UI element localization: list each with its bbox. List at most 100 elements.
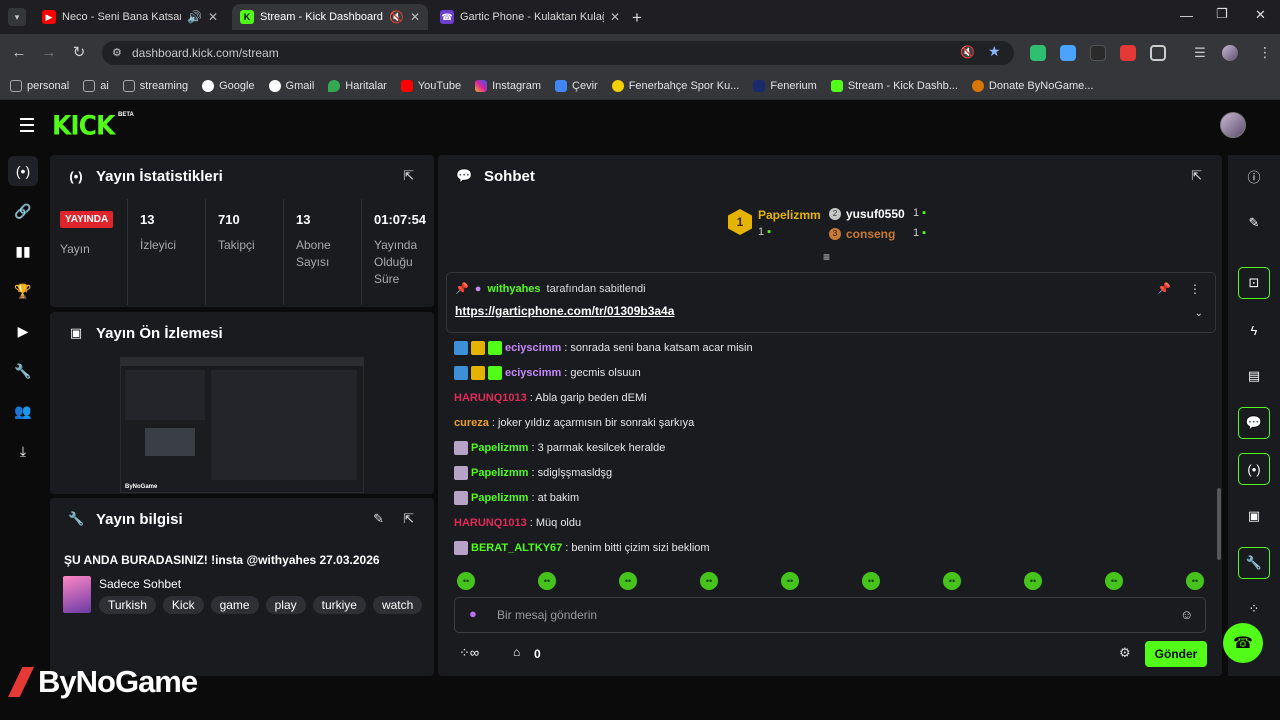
bookmark-gmail[interactable]: Gmail [268,79,314,92]
tab-gartic-phone[interactable]: ☎ Gartic Phone - Kulaktan Kulağa ✕ [432,4,628,30]
tag[interactable]: game [210,596,259,614]
emote-button[interactable]: •• [619,572,637,590]
emote-button[interactable]: •• [538,572,556,590]
chat-scrollbar[interactable] [1217,488,1221,560]
url-input[interactable]: dashboard.kick.com/stream [102,41,1014,65]
wrench-icon[interactable]: 🔧 [1238,547,1270,579]
site-info-icon[interactable]: ⚙ [112,46,122,59]
tag[interactable]: play [265,596,306,614]
chat-message-input[interactable]: Bir mesaj gönderin [454,597,1206,633]
emote-button[interactable]: •• [781,572,799,590]
maximize-button[interactable]: ❐ [1216,6,1228,22]
bookmark-star-icon[interactable]: ★ [988,43,1001,60]
bookmark-google[interactable]: Google [202,79,255,92]
support-chat-icon[interactable]: ☎ [1223,623,1263,663]
upload-nav-icon[interactable]: ⤓ [8,436,38,466]
extension-icon[interactable] [1090,45,1106,61]
notes-icon[interactable]: ▤ [1238,360,1270,392]
translate-extension-icon[interactable] [1060,45,1076,61]
expand-icon[interactable]: ⌄ [1195,308,1203,319]
emote-button[interactable]: •• [943,572,961,590]
screenshot-icon[interactable]: ⊡ [1238,267,1270,299]
wrench-nav-icon[interactable]: 🔧 [8,356,38,386]
reload-icon[interactable]: ↻ [68,42,90,64]
chat-settings-icon[interactable]: ⚙ [1119,645,1131,661]
speaker-icon[interactable]: 🔊 [187,10,202,24]
emote-button[interactable]: •• [1186,572,1204,590]
layout-icon[interactable]: ▣ [1238,500,1270,532]
minimize-button[interactable]: — [1180,8,1193,23]
bookmark-folder-ai[interactable]: ai [83,79,109,92]
tag[interactable]: watch [372,596,423,614]
bookmark-kick-dashboard[interactable]: Stream - Kick Dashb... [830,79,958,92]
emote-button[interactable]: •• [457,572,475,590]
leader-2-name[interactable]: yusuf0550 [846,207,905,221]
emoji-picker-icon[interactable]: ☺ [1180,607,1193,622]
bookmark-fenerium[interactable]: Fenerium [753,79,817,92]
tab-kick-dashboard[interactable]: K Stream - Kick Dashboard 🔇 ✕ [232,4,428,30]
collapse-leaderboard-icon[interactable]: ≡ [823,250,830,264]
media-control-icon[interactable]: ☰ [1192,45,1208,61]
trophy-nav-icon[interactable]: 🏆 [8,276,38,306]
bookmark-instagram[interactable]: Instagram [475,79,541,92]
new-tab-button[interactable]: + [632,8,642,28]
bookmark-youtube[interactable]: YouTube [400,79,461,92]
back-icon[interactable]: ← [8,42,30,64]
stream-nav-icon[interactable]: (•) [8,156,38,186]
popout-icon[interactable]: ⇱ [1191,168,1202,184]
link-nav-icon[interactable]: 🔗 [8,196,38,226]
muted-tab-icon[interactable]: 🔇 [960,45,975,59]
close-tab-icon[interactable]: ✕ [208,10,218,24]
user-avatar[interactable] [1220,112,1246,138]
emote-button[interactable]: •• [700,572,718,590]
tab-youtube[interactable]: ▶ Neco - Seni Bana Katsam - 🔊 ✕ [34,4,226,30]
category-name[interactable]: Sadece Sohbet [99,577,181,591]
bookmark-folder-streaming[interactable]: streaming [122,79,188,92]
muted-speaker-icon[interactable]: 🔇 [389,10,404,24]
popout-icon[interactable]: ⇱ [403,168,414,184]
bookmark-fenerbahce[interactable]: Fenerbahçe Spor Ku... [611,79,739,92]
video-extension-icon[interactable] [1120,45,1136,61]
pinned-menu-icon[interactable]: ⋮ [1189,282,1201,296]
close-tab-icon[interactable]: ✕ [610,10,620,24]
emote-button[interactable]: •• [862,572,880,590]
send-button[interactable]: Gönder [1145,641,1207,667]
bookmark-donate[interactable]: Donate ByNoGame... [971,79,1093,92]
puzzle-extension-icon[interactable] [1150,45,1166,61]
analytics-nav-icon[interactable]: ▮▮ [8,236,38,266]
popout-icon[interactable]: ⇱ [403,511,414,527]
leader-3-name[interactable]: conseng [846,227,895,241]
bookmark-folder-personal[interactable]: personal [10,79,69,92]
video-nav-icon[interactable]: ▶ [8,316,38,346]
close-tab-icon[interactable]: ✕ [410,10,420,24]
lightning-icon[interactable]: ϟ [1238,314,1270,346]
broadcast-icon[interactable]: (•) [1238,453,1270,485]
browser-menu-icon[interactable]: ⋮ [1258,44,1272,61]
shop-icon[interactable]: ⌂ [513,645,520,659]
tag[interactable]: turkiye [312,596,366,614]
users-nav-icon[interactable]: 👥 [8,396,38,426]
close-window-button[interactable]: ✕ [1255,7,1266,23]
tag[interactable]: Kick [162,596,204,614]
profile-avatar[interactable] [1222,45,1238,61]
category-thumbnail[interactable] [63,576,91,613]
leader-1-name[interactable]: Papelizmm [758,208,821,222]
emote-button[interactable]: •• [1105,572,1123,590]
edit-icon[interactable]: ✎ [1238,207,1270,239]
tag[interactable]: Turkish [99,596,156,614]
forward-icon[interactable]: → [38,42,60,64]
channel-points-icon[interactable]: ⁘∞ [459,645,479,661]
unpin-icon[interactable]: 📌 [1157,282,1171,295]
share-icon[interactable]: ⁘ [1238,593,1270,625]
stream-preview-video[interactable]: ByNoGame [120,357,364,493]
chat-icon[interactable]: 💬 [1238,407,1270,439]
pinned-link[interactable]: https://garticphone.com/tr/01309b3a4a [455,304,674,318]
info-icon[interactable]: ⓘ [1238,160,1270,192]
kick-logo[interactable]: KICK [52,110,115,140]
mic-icon[interactable]: ● [469,606,477,621]
bookmark-maps[interactable]: Haritalar [328,79,387,92]
edit-icon[interactable]: ✎ [373,511,384,527]
menu-icon[interactable] [14,112,40,138]
tab-search-button[interactable]: ▾ [8,8,26,26]
shield-extension-icon[interactable] [1030,45,1046,61]
